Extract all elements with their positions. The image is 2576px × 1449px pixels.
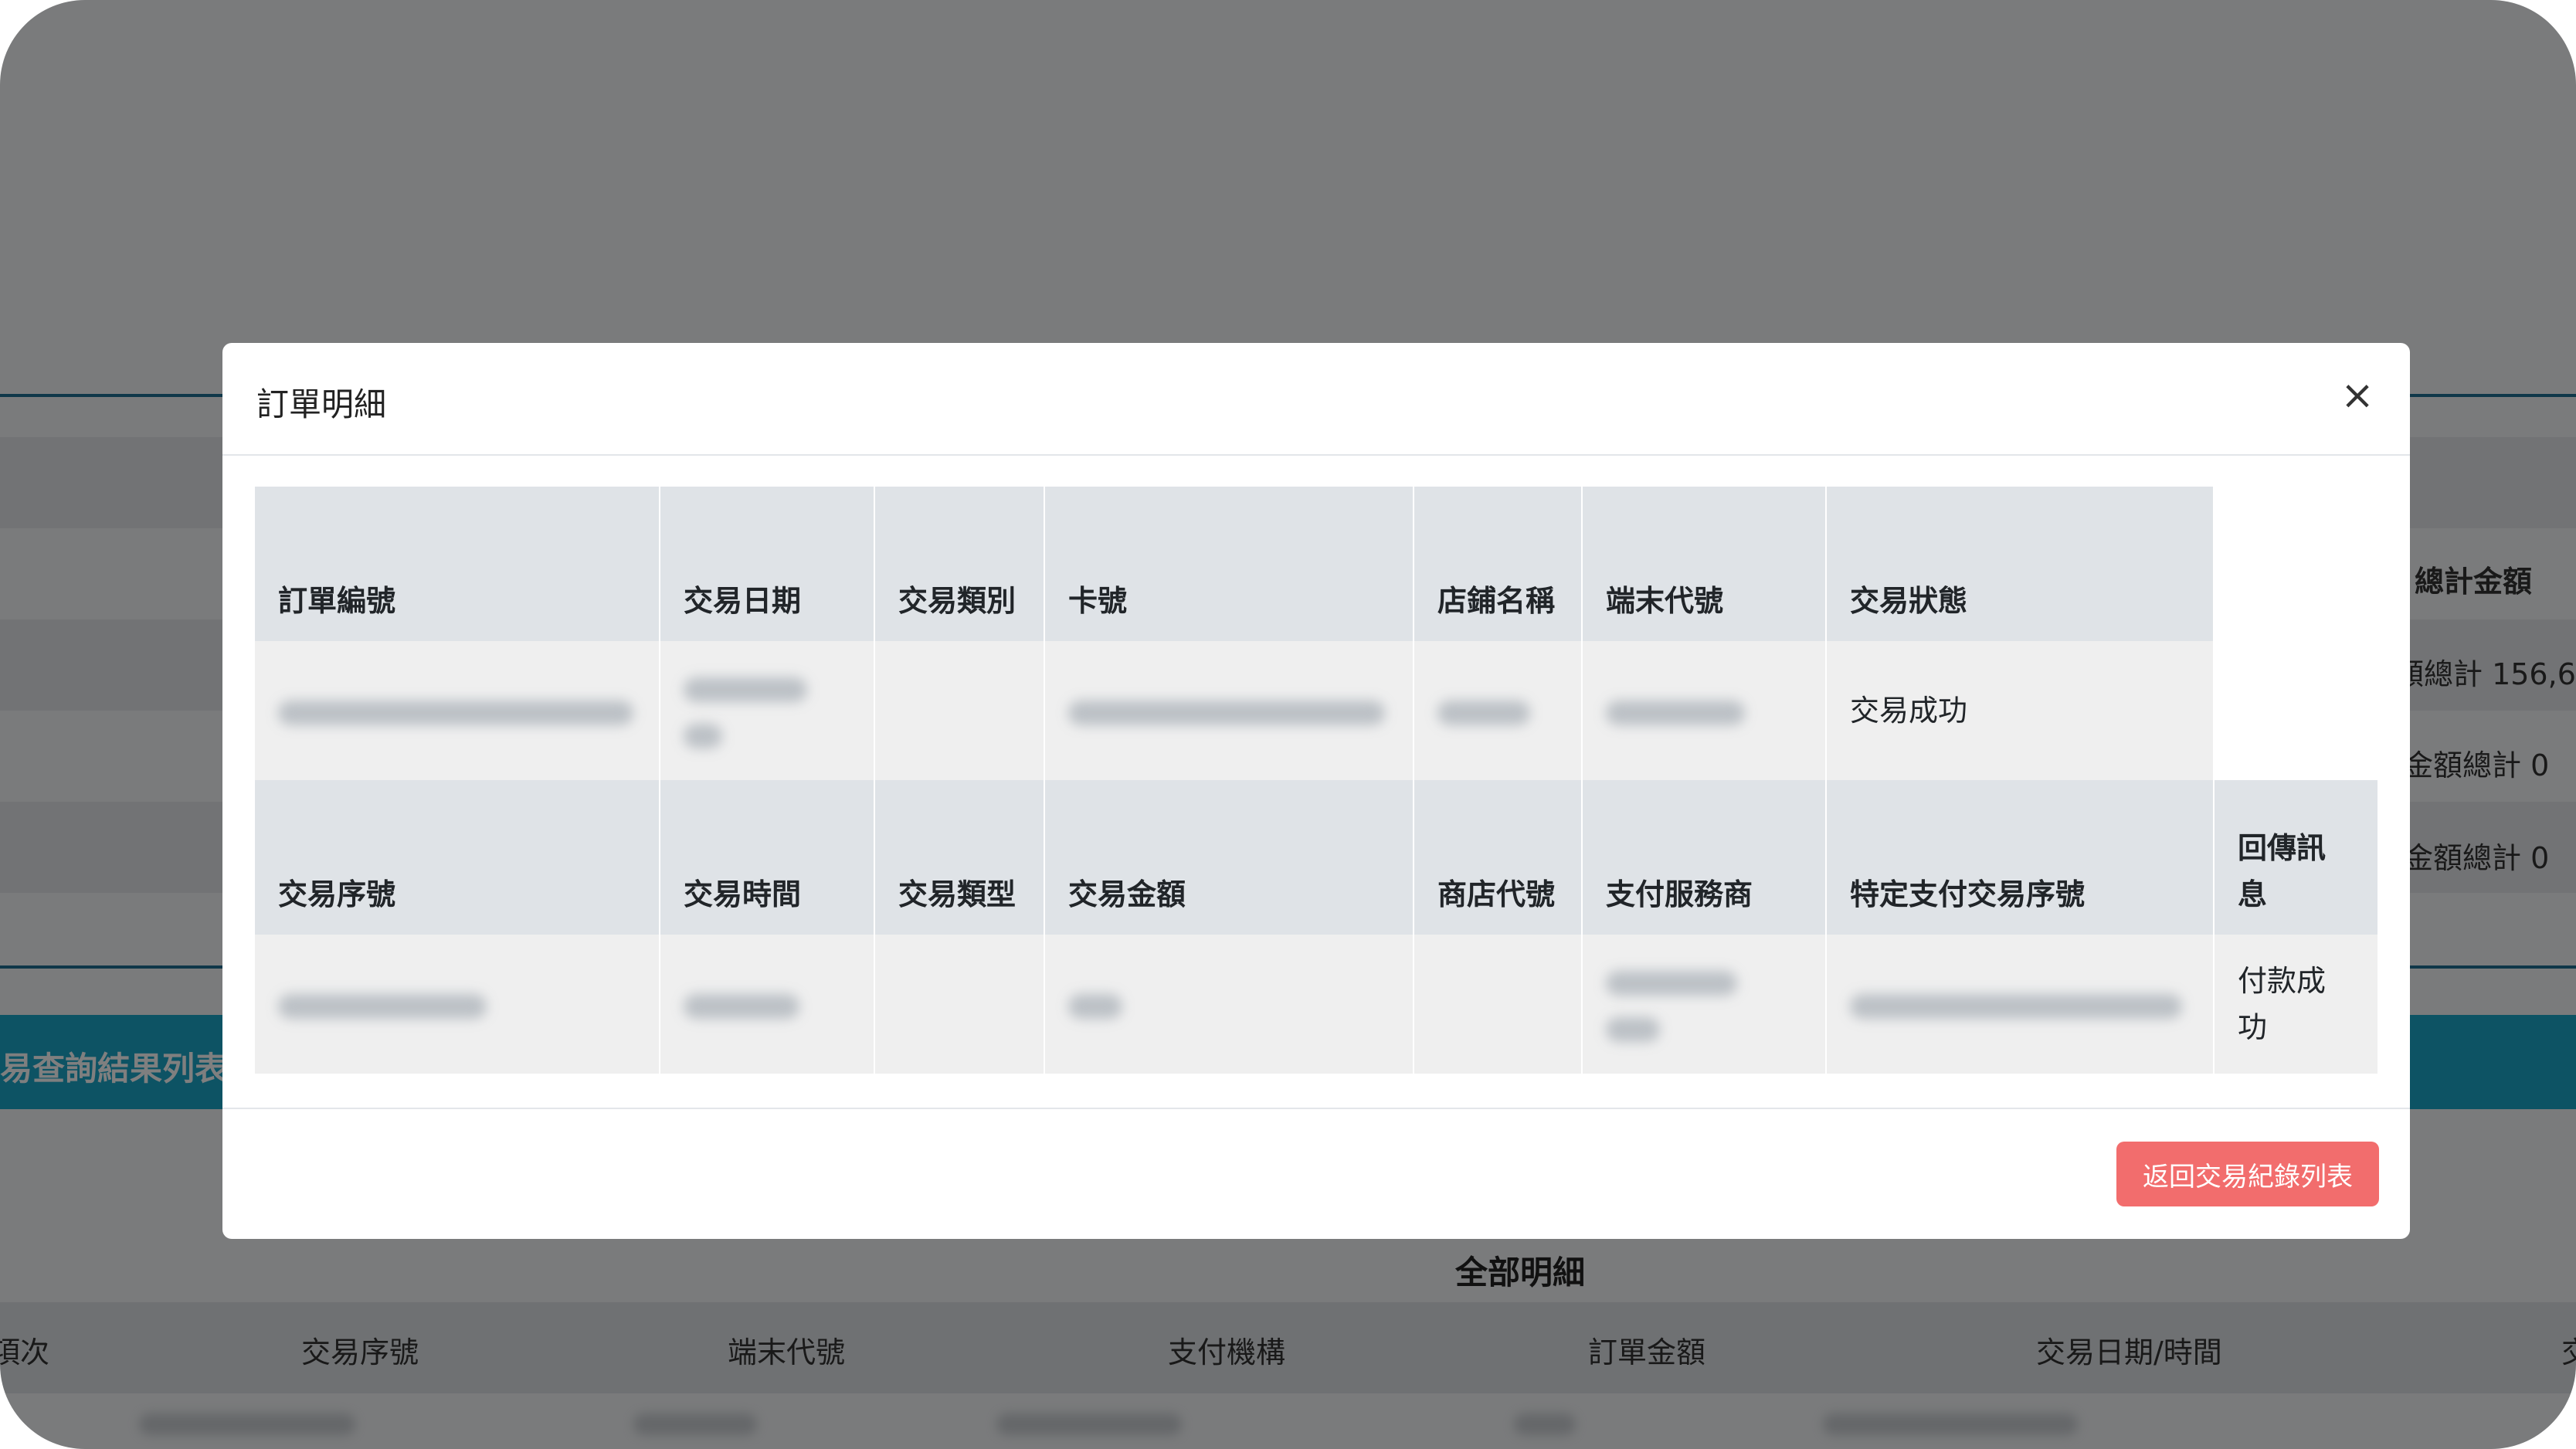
modal-title: 訂單明細 <box>256 385 387 423</box>
col-return-message: 回傳訊息 <box>2213 780 2377 935</box>
close-icon[interactable]: × <box>2336 374 2379 417</box>
table-header-row: 交易序號 交易時間 交易類型 交易金額 商店代號 支付服務商 特定支付交易序號 … <box>255 780 2377 935</box>
store-name-cell <box>1413 641 1582 780</box>
transaction-time-cell <box>659 935 874 1074</box>
redacted-value <box>684 993 799 1019</box>
redacted-value <box>684 723 722 748</box>
transaction-amount-cell <box>1044 935 1414 1074</box>
transaction-category-cell <box>874 641 1044 780</box>
modal-footer: 返回交易紀錄列表 <box>222 1108 2410 1239</box>
return-message-cell: 付款成功 <box>2213 935 2377 1074</box>
table-row: 付款成功 <box>255 935 2377 1074</box>
order-detail-modal: 訂單明細 × 訂單編號 交易日期 交易類別 卡號 店鋪名稱 端末代號 交易狀態 <box>222 343 2410 1239</box>
card-number-cell <box>1044 641 1414 780</box>
col-transaction-status: 交易狀態 <box>1825 487 2214 641</box>
order-detail-table: 訂單編號 交易日期 交易類別 卡號 店鋪名稱 端末代號 交易狀態 交易成功 交易… <box>255 487 2377 1074</box>
col-order-number: 訂單編號 <box>255 487 660 641</box>
transaction-serial-cell <box>255 935 660 1074</box>
table-row: 交易成功 <box>255 641 2377 780</box>
empty-cell <box>2213 487 2377 641</box>
col-merchant-code: 商店代號 <box>1413 780 1582 935</box>
empty-cell <box>2213 641 2377 780</box>
screen-frame: 總計金額 額總計 156,64 金額總計 0 金額總計 0 易查詢結果列表 全部… <box>0 0 2576 1449</box>
col-payment-provider: 支付服務商 <box>1581 780 1826 935</box>
redacted-value <box>684 677 807 702</box>
redacted-value <box>1606 700 1745 725</box>
specific-payment-serial-cell <box>1825 935 2214 1074</box>
redacted-value <box>1606 970 1737 996</box>
col-terminal-code: 端末代號 <box>1581 487 1826 641</box>
transaction-status-cell: 交易成功 <box>1825 641 2214 780</box>
col-store-name: 店鋪名稱 <box>1413 487 1582 641</box>
transaction-date-cell <box>659 641 874 780</box>
col-transaction-amount: 交易金額 <box>1044 780 1414 935</box>
redacted-value <box>1068 700 1385 725</box>
col-transaction-category: 交易類別 <box>874 487 1044 641</box>
terminal-code-cell <box>1581 641 1826 780</box>
order-number-cell <box>255 641 660 780</box>
merchant-code-cell <box>1413 935 1582 1074</box>
transaction-type-cell <box>874 935 1044 1074</box>
col-transaction-type: 交易類型 <box>874 780 1044 935</box>
col-transaction-serial: 交易序號 <box>255 780 660 935</box>
modal-header: 訂單明細 × <box>222 343 2410 456</box>
redacted-value <box>1850 993 2182 1019</box>
redacted-value <box>1606 1016 1660 1042</box>
redacted-value <box>1437 700 1530 725</box>
redacted-value <box>278 700 633 725</box>
col-specific-payment-serial: 特定支付交易序號 <box>1825 780 2214 935</box>
table-header-row: 訂單編號 交易日期 交易類別 卡號 店鋪名稱 端末代號 交易狀態 <box>255 487 2377 641</box>
redacted-value <box>278 993 487 1019</box>
back-to-transaction-list-button[interactable]: 返回交易紀錄列表 <box>2116 1142 2379 1206</box>
col-card-number: 卡號 <box>1044 487 1414 641</box>
payment-provider-cell <box>1581 935 1826 1074</box>
col-transaction-date: 交易日期 <box>659 487 874 641</box>
col-transaction-time: 交易時間 <box>659 780 874 935</box>
redacted-value <box>1068 993 1122 1019</box>
